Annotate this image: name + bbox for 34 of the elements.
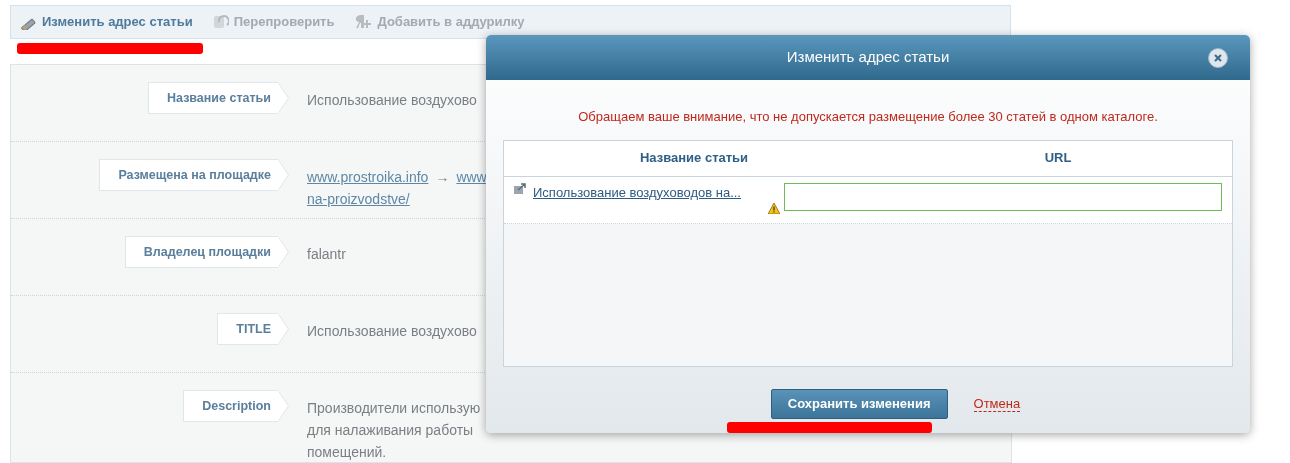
site-link[interactable]: www: [456, 166, 487, 188]
field-label: Название статьи: [148, 82, 289, 114]
field-value: Использование воздухово: [307, 91, 477, 110]
site-link[interactable]: www.prostroika.info: [307, 166, 429, 188]
site-link[interactable]: na-proizvodstve/: [307, 188, 410, 210]
field-value: Производители использую: [307, 399, 481, 418]
label-tip: [277, 159, 289, 191]
article-link[interactable]: Использование воздуховодов на...: [533, 182, 741, 202]
field-label: Description: [183, 390, 289, 422]
field-label: Размещена на площадке: [99, 159, 289, 191]
url-input[interactable]: [784, 182, 1222, 211]
field-value: помещений.: [307, 443, 388, 462]
column-header: URL: [1043, 149, 1073, 168]
close-icon: [1213, 53, 1223, 63]
dialog-title: Изменить адрес статьи: [786, 47, 950, 68]
cancel-link[interactable]: Отмена: [973, 395, 1021, 412]
field-label: TITLE: [217, 313, 289, 345]
label-tip: [277, 236, 289, 268]
link-arrow-icon: [514, 182, 527, 195]
column-header: Название статьи: [638, 149, 750, 168]
toolbar-button[interactable]: Изменить адрес статьи: [19, 12, 193, 32]
refresh-icon: [212, 14, 229, 30]
label-tip: [277, 82, 289, 114]
save-button[interactable]: Сохранить изменения: [770, 388, 948, 419]
field-value: для налаживания работы: [307, 421, 475, 440]
close-button[interactable]: [1208, 48, 1228, 68]
arrow-text: →: [435, 168, 450, 187]
label-tip: [277, 390, 289, 422]
letter-plus-icon: [354, 14, 373, 30]
field-value: falantr: [307, 245, 346, 264]
field-value: Использование воздухово: [307, 322, 477, 341]
notice-text: Обращаем ваше внимание, что не допускается размещение более 30 статей в одном каталоге.: [577, 108, 1159, 126]
field-label: Владелец площадки: [124, 236, 289, 268]
label-tip: [277, 313, 289, 345]
